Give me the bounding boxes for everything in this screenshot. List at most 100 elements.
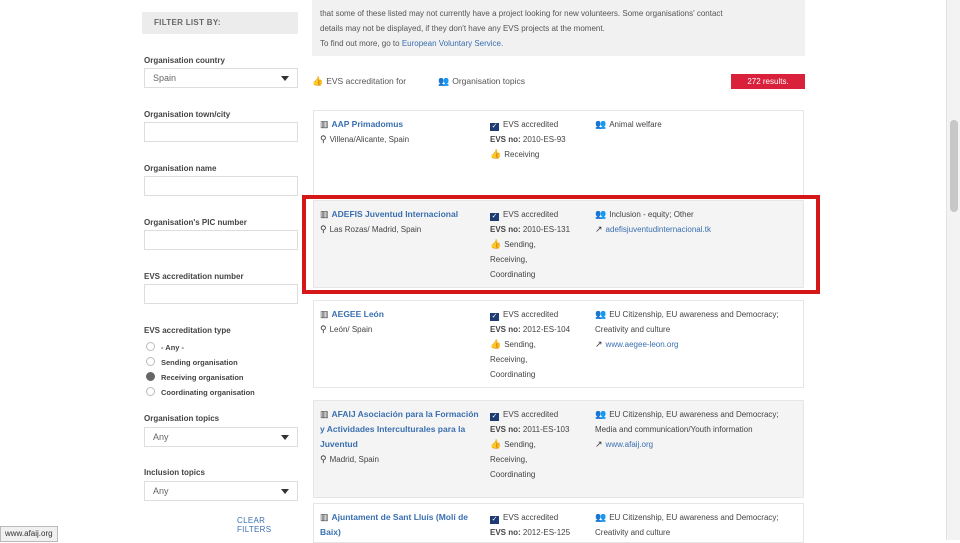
org-title[interactable]: ▥ AAP Primadomus [320,117,482,132]
evs-number-input[interactable] [144,284,298,304]
country-label: Organisation country [144,56,225,65]
org-name[interactable]: AAP Primadomus [332,119,404,129]
org-card: ▥ AAP Primadomus ⚲ Villena/Alicante, Spain … [313,110,804,198]
map-pin-icon: ⚲ [320,134,327,144]
map-pin-icon: ⚲ [320,324,327,334]
location-text: Madrid, Spain [329,455,379,464]
sort-tab-bar: 👍 EVS accreditation for 👥 Organisation top… [312,73,805,91]
info-box: that some of these listed may not curren… [312,0,805,56]
role-text: Receiving, [490,355,528,364]
org-title[interactable]: ▥ AEGEE León [320,307,482,322]
external-link-icon: ↗ [595,339,603,349]
checkbox-icon: ✓ [490,313,499,321]
accreditation-type-label: EVS accreditation type [144,326,231,335]
radio-label: Sending organisation [161,358,238,367]
evs-no-value: 2012-ES-125 [522,528,571,537]
accredited-text: EVS accredited [503,120,559,129]
topics-text: Animal welfare [609,120,662,129]
chevron-down-icon [281,435,289,440]
radio-any[interactable]: - Any - [146,342,184,352]
evs-no-label: EVS no: [490,425,521,434]
org-website-link[interactable]: www.afaij.org [606,440,654,449]
map-pin-icon: ⚲ [320,454,327,464]
info-text: To find out more, go to [320,39,402,48]
evs-no-value: 2012-ES-104 [522,325,571,334]
org-card: ▥ Ajuntament de Sant Lluís (Molí de Baix)… [313,503,804,543]
building-icon: ▥ [320,409,329,419]
external-link-icon: ↗ [595,439,603,449]
pic-label: Organisation's PIC number [144,218,247,227]
chevron-down-icon [281,76,289,81]
scrollbar-thumb[interactable] [950,120,958,212]
group-icon: 👥 [595,512,607,522]
tab-organisation-topics[interactable]: 👥 Organisation topics [438,76,525,87]
checkbox-icon: ✓ [490,123,499,131]
evs-number-label: EVS accreditation number [144,272,244,281]
chevron-down-icon [281,489,289,494]
vertical-scrollbar[interactable] [946,0,960,540]
filter-header: FILTER LIST BY: [142,12,298,34]
thumbs-up-icon: 👍 [490,149,502,159]
topics-text: EU Citizenship, EU awareness and Democra… [595,410,779,434]
thumbs-up-icon: 👍 [490,439,502,449]
radio-receiving[interactable]: Receiving organisation [146,372,244,382]
org-location: ⚲ León/ Spain [320,322,482,337]
location-text: Villena/Alicante, Spain [329,135,410,144]
country-select[interactable]: Spain [144,68,298,88]
evs-no-label: EVS no: [490,528,521,537]
clear-filters-link[interactable]: CLEAR FILTERS [237,516,302,534]
accredited-text: EVS accredited [503,513,559,522]
info-line-2: details may not be displayed, if they do… [320,24,605,33]
name-input[interactable] [144,176,298,196]
thumbs-up-icon: 👍 [312,76,324,86]
results-count-badge: 272 results. [731,74,805,89]
evs-no-label: EVS no: [490,325,521,334]
evs-link[interactable]: European Voluntary Service [402,39,501,48]
town-label: Organisation town/city [144,110,231,119]
country-value: Spain [153,73,177,83]
info-line-1: that some of these listed may not curren… [320,9,723,18]
topics-text: EU Citizenship, EU awareness and Democra… [595,310,779,334]
building-icon: ▥ [320,512,329,522]
topics-text: EU Citizenship, EU awareness and Democra… [595,513,779,537]
accredited-text: EVS accredited [503,410,559,419]
filter-sidebar: FILTER LIST BY: Organisation country Spa… [142,0,302,540]
evs-no-label: EVS no: [490,135,521,144]
building-icon: ▥ [320,119,329,129]
role-text: Coordinating [490,470,536,479]
tab-evs-accreditation[interactable]: 👍 EVS accreditation for [312,76,406,87]
evs-no-value: 2011-ES-103 [522,425,570,434]
checkbox-icon: ✓ [490,516,499,524]
info-line-3: To find out more, go to European Volunta… [320,36,797,51]
org-website-link[interactable]: www.aegee-leon.org [606,340,679,349]
org-location: ⚲ Madrid, Spain [320,452,482,467]
org-name[interactable]: Ajuntament de Sant Lluís (Molí de Baix) [320,512,468,537]
org-title[interactable]: ▥ AFAIJ Asociación para la Formación y Ac… [320,407,482,452]
role-text: Sending, [504,440,536,449]
evs-no-value: 2010-ES-93 [522,135,566,144]
org-title[interactable]: ▥ Ajuntament de Sant Lluís (Molí de Baix) [320,510,482,540]
inclusion-value: Any [153,486,169,496]
radio-icon [146,342,155,351]
topics-value: Any [153,432,169,442]
radio-label: Coordinating organisation [161,388,255,397]
town-input[interactable] [144,122,298,142]
role-text: Receiving, [490,455,528,464]
role-text: Sending, [504,340,536,349]
checkbox-icon: ✓ [490,413,499,421]
highlight-box [302,195,820,294]
inclusion-select[interactable]: Any [144,481,298,501]
pic-input[interactable] [144,230,298,250]
org-name[interactable]: AFAIJ Asociación para la Formación y Act… [320,409,479,449]
name-label: Organisation name [144,164,217,173]
thumbs-up-icon: 👍 [490,339,502,349]
org-name[interactable]: AEGEE León [332,309,384,319]
radio-sending[interactable]: Sending organisation [146,357,238,367]
radio-coordinating[interactable]: Coordinating organisation [146,387,255,397]
tab-label: Organisation topics [452,76,525,86]
radio-label: - Any - [161,343,185,352]
accredited-text: EVS accredited [503,310,559,319]
org-location: ⚲ Villena/Alicante, Spain [320,132,482,147]
topics-select[interactable]: Any [144,427,298,447]
role-text: Coordinating [490,370,536,379]
